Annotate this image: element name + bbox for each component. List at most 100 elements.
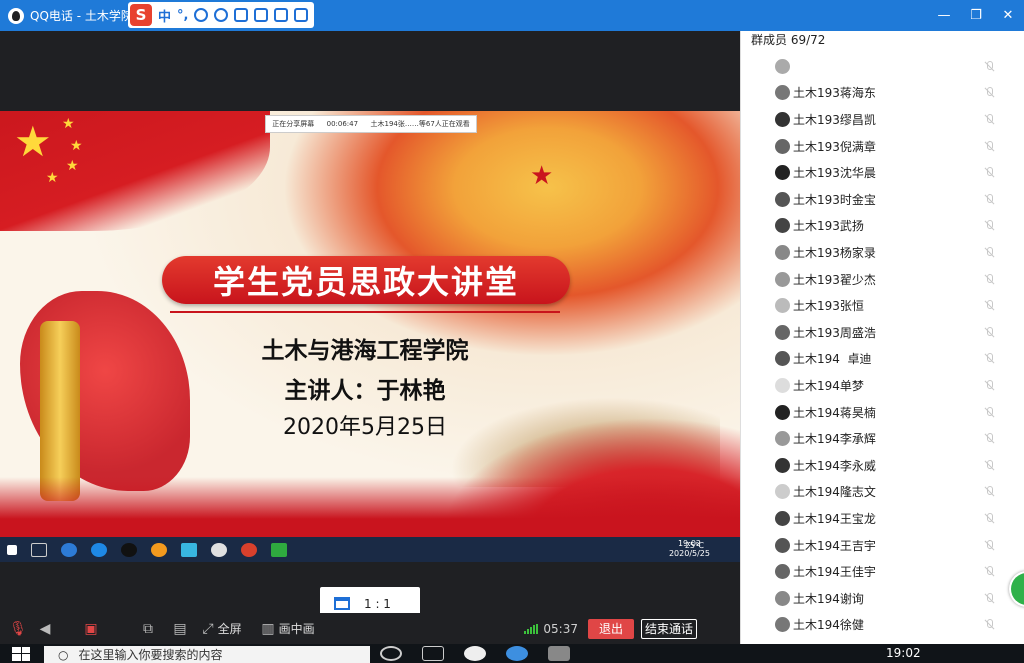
call-timer: 05:37 [543, 621, 578, 636]
close-button[interactable]: ✕ [992, 0, 1024, 31]
member-row[interactable]: 土木194单梦 [741, 372, 1024, 399]
mic-muted-icon [984, 193, 994, 205]
member-name: 土木193缪昌凯 [793, 112, 876, 127]
slide-school: 土木与港海工程学院 [261, 338, 469, 364]
presenter-button[interactable]: ▤ [168, 613, 192, 644]
skin-icon[interactable] [274, 8, 289, 22]
voice-input-icon[interactable] [214, 8, 229, 22]
camera-off-button[interactable]: ▣ [54, 613, 128, 644]
member-row[interactable]: 土木194李承辉 [741, 425, 1024, 452]
search-icon: ○ [58, 647, 69, 662]
qq-icon [121, 542, 137, 557]
member-panel[interactable]: 群成员 69/72 土木193蒋海东 土木193缪昌凯 土木193倪满章 土木193沈… [740, 31, 1024, 644]
screen-share-area: ★ ★ ★ ★ ★ ★ 正在分享屏幕 00:06:47 土木194张……等67人… [0, 31, 740, 620]
avatar [775, 111, 790, 127]
member-name: 土木194李承辉 [793, 432, 876, 447]
member-row[interactable]: 土木193沈华晨 [741, 159, 1024, 186]
mic-muted-icon [984, 273, 994, 285]
pip-button[interactable]: ▥ 画中画 [252, 613, 324, 644]
ime-mode-toggle[interactable]: 中 [158, 6, 171, 25]
window-icon [334, 597, 350, 610]
member-name: 土木193周盛浩 [793, 325, 876, 340]
member-row[interactable]: 土木193时金宝 [741, 186, 1024, 213]
powerpoint-icon [241, 542, 257, 557]
emoji-icon[interactable] [194, 8, 209, 22]
mic-muted-icon: 🎙 [9, 620, 27, 637]
app-icon [211, 542, 227, 557]
slide-banner-title: 学生党员思政大讲堂 [162, 256, 570, 304]
large-star-icon: ★ [14, 117, 52, 166]
camera-off-icon: ▣ [84, 620, 98, 637]
mic-muted-button[interactable]: 🎙 [0, 613, 36, 644]
member-name: 土木193杨家录 [793, 245, 876, 260]
member-row[interactable] [741, 53, 1024, 80]
avatar [775, 564, 790, 580]
share-viewers: 土木194张……等67人正在观看 [370, 120, 470, 128]
speaker-icon: ◀ [39, 620, 51, 637]
browser-taskbar-icon[interactable] [506, 646, 528, 661]
sogou-logo-icon[interactable]: S [130, 4, 152, 26]
bottom-wave-decoration [0, 477, 740, 537]
member-row[interactable]: 土木193缪昌凯 [741, 106, 1024, 133]
member-row[interactable]: 土木194隆志文 [741, 479, 1024, 506]
member-name: 土木193张恒 [793, 299, 864, 314]
ime-punct-toggle[interactable]: °, [177, 8, 188, 23]
cortana-icon[interactable] [380, 646, 402, 661]
speaker-button[interactable]: ◀ [36, 613, 54, 644]
member-row[interactable]: 土木194蒋昊楠 [741, 399, 1024, 426]
avatar [775, 324, 790, 340]
toolbox-icon[interactable] [294, 8, 309, 22]
avatar [775, 298, 790, 314]
user-icon[interactable] [254, 8, 269, 22]
ime-toolbar[interactable]: S 中 °, [128, 2, 315, 28]
slide-speaker: 主讲人：于林艳 [284, 378, 446, 404]
keyboard-icon[interactable] [234, 8, 249, 22]
member-name: 土木194王宝龙 [793, 511, 876, 526]
mic-muted-icon [984, 379, 994, 391]
mic-muted-icon [984, 512, 994, 524]
windows-start-button[interactable] [12, 646, 30, 661]
member-row[interactable]: 土木194 卓迪 [741, 346, 1024, 373]
member-row[interactable]: 土木194谢询 [741, 585, 1024, 612]
member-row[interactable]: 土木193武扬 [741, 213, 1024, 240]
member-row[interactable]: 土木194王宝龙 [741, 505, 1024, 532]
member-name: 土木193沈华晨 [793, 166, 876, 181]
member-row[interactable]: 土木193倪满章 [741, 133, 1024, 160]
member-row[interactable]: 土木194王佳宇 [741, 558, 1024, 585]
qq-taskbar-icon[interactable] [464, 646, 486, 661]
member-name: 土木194蒋昊楠 [793, 405, 876, 420]
task-view-icon[interactable] [422, 646, 444, 661]
mic-muted-icon [984, 539, 994, 551]
exit-button[interactable]: 退出 [588, 618, 634, 639]
huabiao-column-decoration [40, 321, 80, 501]
avatar [775, 218, 790, 234]
member-row[interactable]: 土木194徐健 [741, 612, 1024, 639]
ie-icon [61, 542, 77, 557]
share-screen-button[interactable]: ⧉ [128, 613, 168, 644]
signal-strength-icon [524, 623, 539, 634]
member-name: 土木194 卓迪 [793, 352, 872, 367]
member-row[interactable]: 土木193杨家录 [741, 239, 1024, 266]
member-row[interactable]: 土木193蒋海东 [741, 80, 1024, 107]
share-status: 正在分享屏幕 [272, 120, 315, 128]
member-row[interactable]: 土木193周盛浩 [741, 319, 1024, 346]
member-row[interactable]: 土木194李永威 [741, 452, 1024, 479]
share-status-bar[interactable]: 正在分享屏幕 00:06:47 土木194张……等67人正在观看 [265, 115, 477, 133]
member-row[interactable]: 土木194王吉宇 [741, 532, 1024, 559]
member-name: 土木194谢询 [793, 591, 864, 606]
avatar [775, 510, 790, 526]
mic-muted-icon [984, 486, 994, 497]
app-taskbar-icon[interactable] [548, 646, 570, 661]
fullscreen-button[interactable]: ⤢ 全屏 [192, 613, 252, 644]
share-duration: 00:06:47 [326, 120, 359, 128]
share-screen-icon: ⧉ [143, 620, 153, 637]
taskbar-search-box[interactable]: ○ 在这里输入你要搜索的内容 [44, 646, 370, 663]
end-call-button[interactable]: 结束通话 [641, 618, 697, 639]
minimize-button[interactable]: — [928, 0, 960, 31]
maximize-button[interactable]: ❐ [960, 0, 992, 31]
member-row[interactable]: 土木193翟少杰 [741, 266, 1024, 293]
member-row[interactable]: 土木193张恒 [741, 292, 1024, 319]
fullscreen-label: 全屏 [217, 622, 242, 636]
mic-muted-icon [984, 220, 994, 231]
avatar [775, 351, 790, 367]
